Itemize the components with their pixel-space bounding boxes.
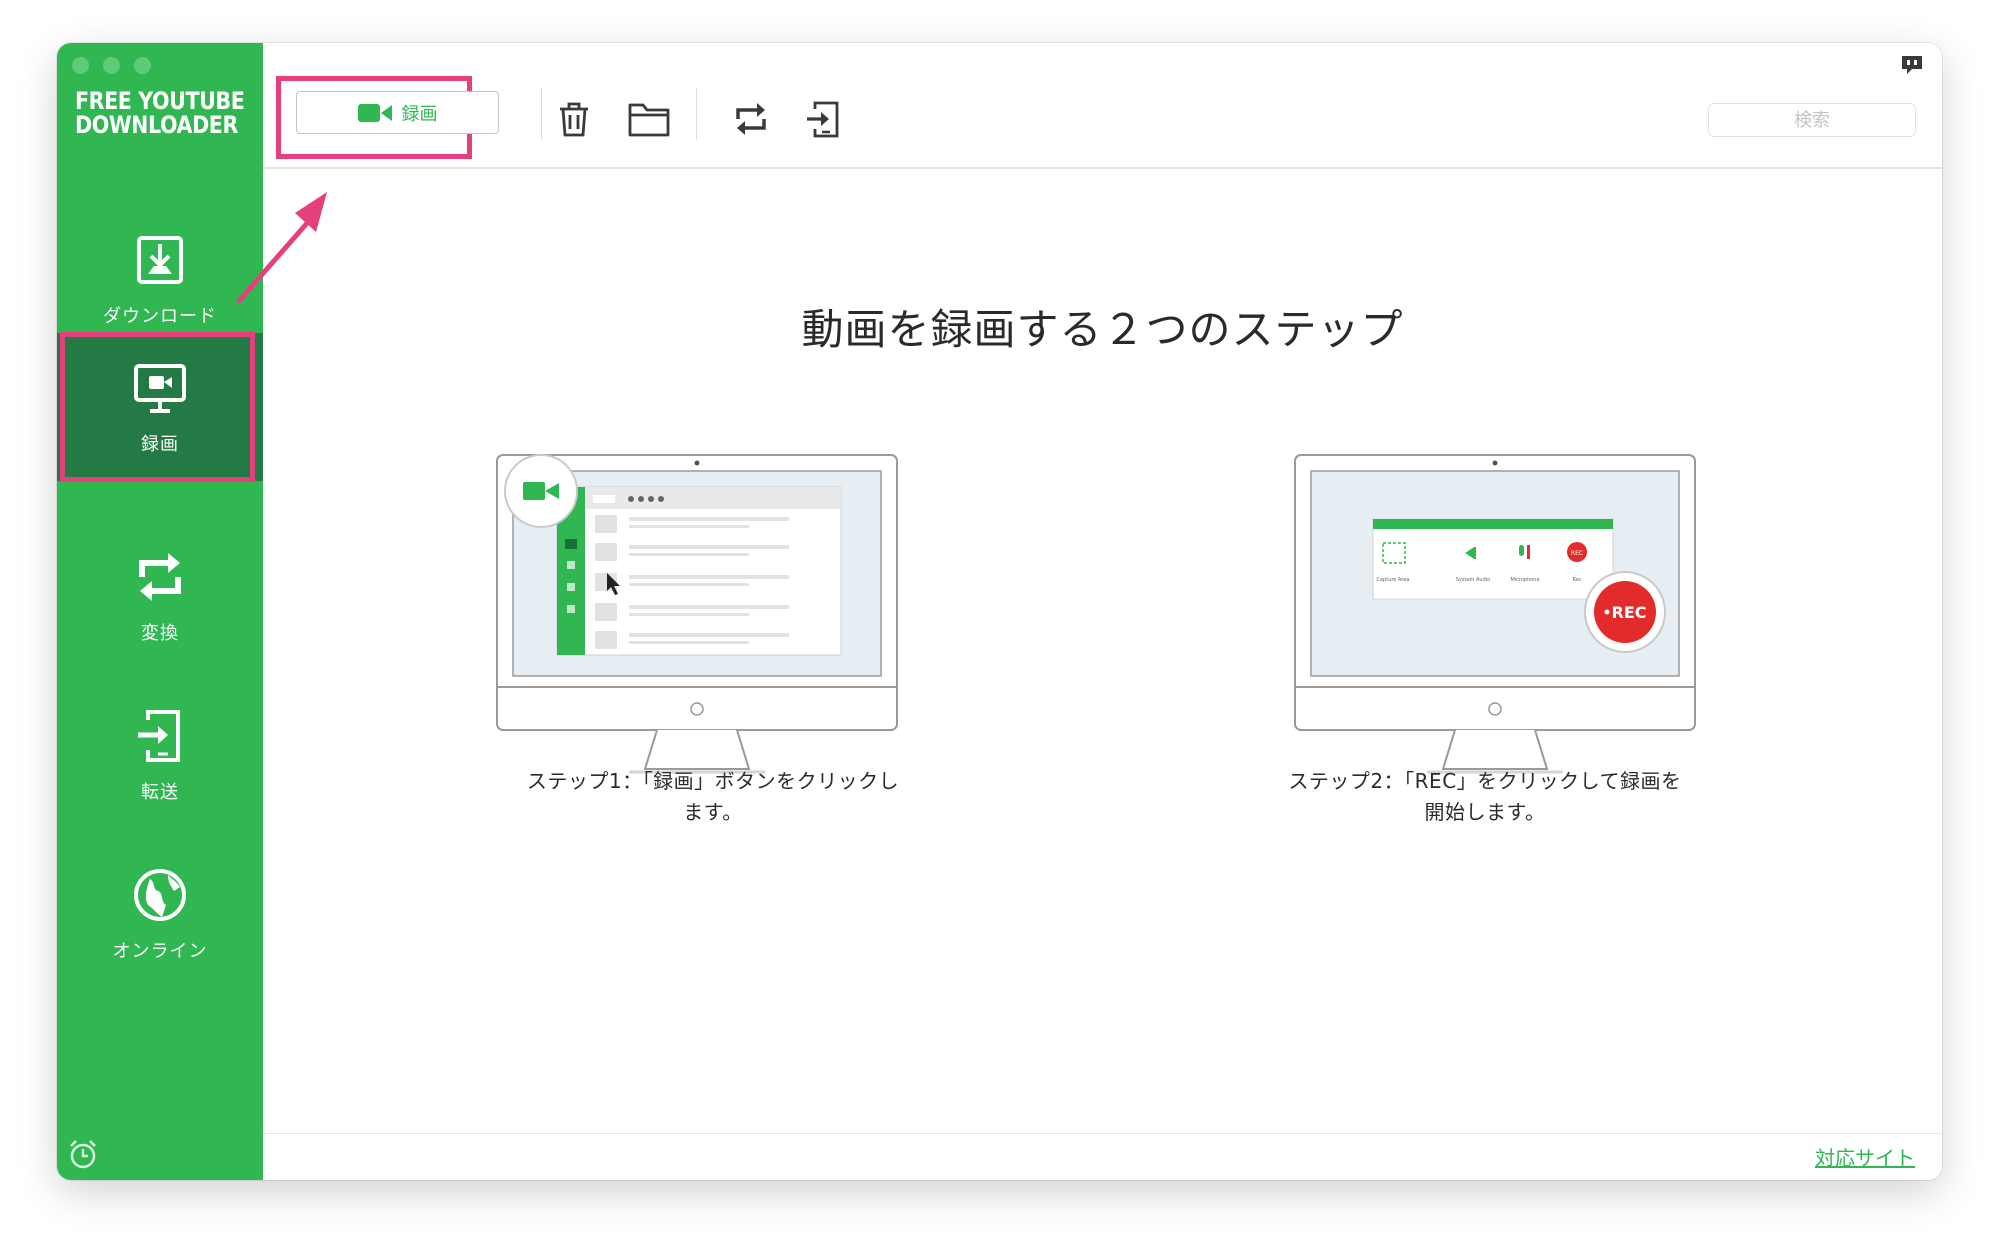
- sidebar-item-convert[interactable]: 変換: [57, 517, 263, 675]
- record-button[interactable]: 録画: [296, 91, 499, 134]
- sidebar: FREE YOUTUBE DOWNLOADER ダウンロード 録画 変換 転送 …: [57, 43, 263, 1180]
- rec-label: Rec: [1572, 577, 1581, 583]
- sidebar-item-transfer[interactable]: 転送: [57, 676, 263, 834]
- transfer-icon[interactable]: [803, 99, 843, 139]
- toolbar-divider: [541, 88, 542, 140]
- sidebar-item-online[interactable]: オンライン: [57, 835, 263, 993]
- search-input[interactable]: [1708, 103, 1916, 137]
- window-controls: [72, 57, 151, 74]
- sidebar-item-label: ダウンロード: [103, 306, 217, 327]
- globe-icon: [134, 869, 186, 921]
- screen-record-icon: [134, 364, 186, 413]
- rec-badge: REC: [1612, 603, 1647, 622]
- footer: 対応サイト: [263, 1133, 1942, 1180]
- recorder-rec-mini: REC: [1571, 550, 1583, 557]
- video-camera-icon: [357, 103, 392, 122]
- minimize-window-button[interactable]: [103, 57, 120, 74]
- convert-icon[interactable]: [731, 99, 771, 139]
- step2-caption: ステップ2：「REC」をクリックして録画を 開始します。: [1288, 769, 1682, 824]
- feedback-chat-icon[interactable]: [1900, 53, 1924, 77]
- system-audio-label: System Audio: [1456, 577, 1490, 583]
- page-title: 動画を録画する２つのステップ: [801, 305, 1404, 354]
- app-logo: FREE YOUTUBE DOWNLOADER: [75, 87, 245, 139]
- step1-illustration: [496, 454, 898, 774]
- folder-icon[interactable]: [627, 99, 671, 139]
- sidebar-item-label: 転送: [141, 782, 179, 803]
- sidebar-item-record[interactable]: 録画: [57, 333, 263, 481]
- trash-icon[interactable]: [554, 99, 594, 139]
- app-window: FREE YOUTUBE DOWNLOADER ダウンロード 録画 変換 転送 …: [57, 43, 1942, 1180]
- zoom-window-button[interactable]: [134, 57, 151, 74]
- capture-area-label: Capture Area: [1377, 577, 1410, 583]
- convert-icon: [139, 553, 181, 601]
- main-content: 動画を録画する２つのステップ REC Capture Area System A…: [263, 169, 1942, 1132]
- download-icon: [137, 236, 183, 284]
- sidebar-item-label: 録画: [141, 434, 179, 455]
- step1-caption: ステップ1：「録画」ボタンをクリックし ます。: [526, 769, 900, 824]
- step2-illustration: REC Capture Area System Audio Microphone…: [1294, 454, 1696, 774]
- sidebar-item-label: オンライン: [112, 941, 208, 962]
- supported-sites-link[interactable]: 対応サイト: [1815, 1142, 1915, 1171]
- toolbar: 録画: [263, 43, 1942, 169]
- sidebar-item-label: 変換: [141, 623, 179, 644]
- alarm-clock-icon[interactable]: [67, 1138, 99, 1170]
- microphone-label: Microphone: [1510, 577, 1539, 583]
- toolbar-divider: [696, 88, 697, 140]
- record-button-label: 録画: [401, 103, 438, 125]
- close-window-button[interactable]: [72, 57, 89, 74]
- transfer-icon: [138, 710, 180, 762]
